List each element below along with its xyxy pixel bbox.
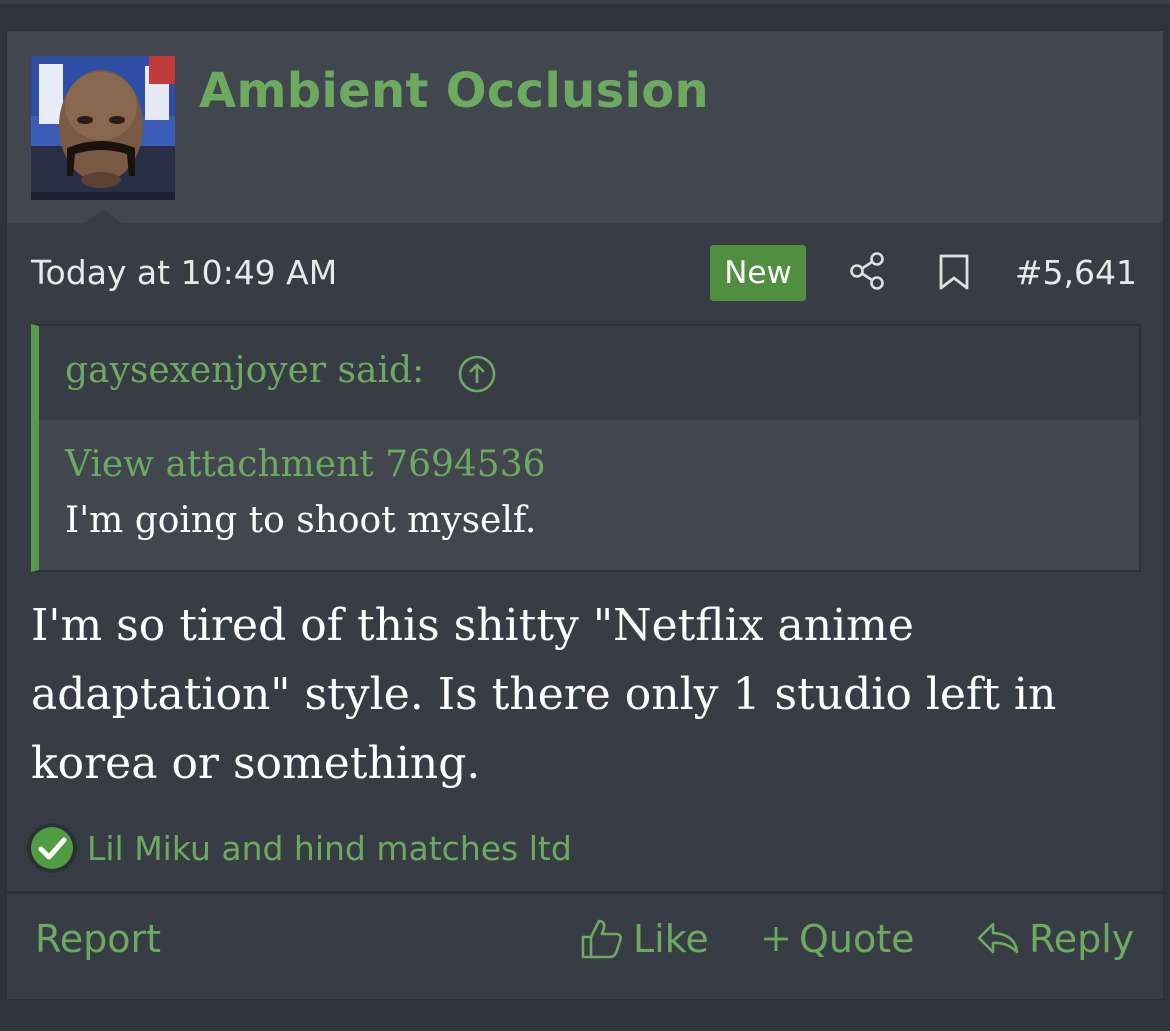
post-user-header: Ambient Occlusion bbox=[7, 31, 1163, 223]
reply-button[interactable]: Reply bbox=[975, 911, 1134, 967]
quote-attachment-link[interactable]: View attachment 7694536 bbox=[65, 444, 546, 485]
like-button[interactable]: Like bbox=[579, 911, 709, 967]
report-button[interactable]: Report bbox=[35, 911, 161, 967]
post-body: I'm so tired of this shitty "Netflix ani… bbox=[31, 600, 1057, 789]
top-strip bbox=[0, 0, 1170, 4]
share-icon[interactable] bbox=[847, 251, 887, 291]
report-label: Report bbox=[35, 917, 161, 961]
thumbs-up-icon bbox=[581, 919, 622, 959]
new-badge: New bbox=[710, 245, 806, 301]
quote-label: Quote bbox=[799, 917, 915, 961]
quote-text: I'm going to shoot myself. bbox=[65, 500, 537, 541]
quote-block: gaysexenjoyer said: View attachment 7694… bbox=[31, 324, 1141, 572]
plus-icon bbox=[764, 927, 788, 951]
reactions-bar: Lil Miku and hind matches ltd bbox=[25, 820, 572, 876]
check-circle-icon bbox=[25, 821, 79, 875]
arrow-up-circle-icon[interactable] bbox=[457, 354, 497, 394]
quote-header: gaysexenjoyer said: bbox=[39, 326, 1139, 420]
avatar[interactable] bbox=[31, 56, 175, 200]
reactions-list[interactable]: Lil Miku and hind matches ltd bbox=[87, 829, 572, 868]
username[interactable]: Ambient Occlusion bbox=[199, 63, 709, 119]
reply-label: Reply bbox=[1029, 917, 1135, 961]
footer-divider bbox=[7, 891, 1163, 894]
forum-post: Ambient Occlusion Today at 10:49 AM New … bbox=[6, 30, 1164, 1000]
post-date[interactable]: Today at 10:49 AM bbox=[31, 253, 337, 292]
post-number[interactable]: #5,641 bbox=[1015, 253, 1137, 292]
quote-button[interactable]: Quote bbox=[761, 911, 915, 967]
bottom-strip bbox=[0, 1008, 1170, 1031]
reply-arrow-icon bbox=[977, 922, 1019, 954]
avatar-pointer bbox=[85, 209, 121, 223]
avatar-image bbox=[31, 56, 175, 200]
bookmark-icon[interactable] bbox=[937, 253, 971, 291]
like-label: Like bbox=[633, 917, 709, 961]
quote-author[interactable]: gaysexenjoyer said: bbox=[65, 350, 424, 391]
